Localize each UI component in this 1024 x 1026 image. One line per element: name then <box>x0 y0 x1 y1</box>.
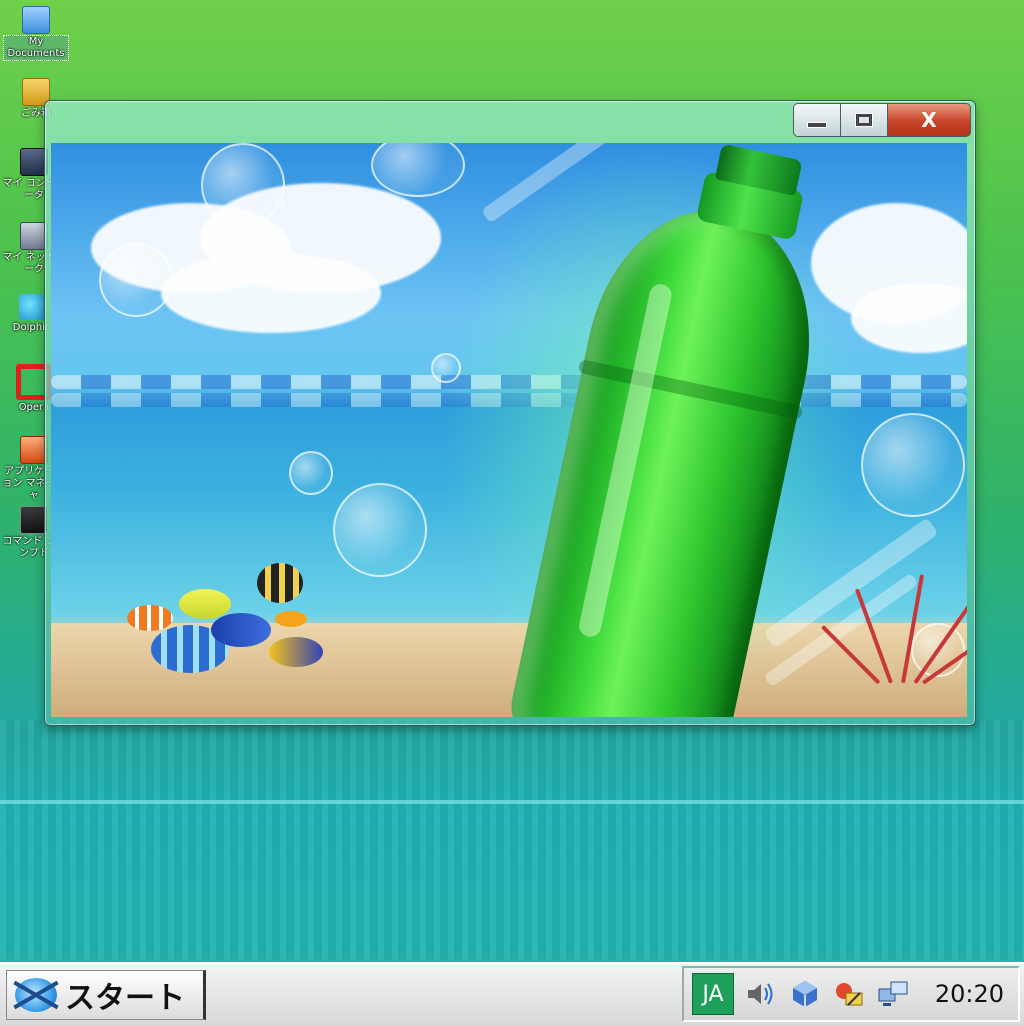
volume-icon[interactable] <box>744 977 778 1011</box>
maximize-icon <box>856 114 872 126</box>
desktop-icon-my-documents[interactable]: My Documents <box>3 6 69 61</box>
yellow-fish <box>179 589 231 619</box>
clownfish <box>127 605 173 631</box>
cloud <box>161 253 381 333</box>
image-window[interactable]: X <box>44 100 976 726</box>
security-icon[interactable] <box>832 977 866 1011</box>
maximize-button[interactable] <box>841 103 888 137</box>
minimize-icon <box>807 122 827 128</box>
connection-icon[interactable] <box>876 977 910 1011</box>
angelfish <box>257 563 303 603</box>
bubble <box>99 243 173 317</box>
close-button[interactable]: X <box>888 103 971 137</box>
network-status-icon[interactable] <box>788 977 822 1011</box>
system-tray: JA 20:20 <box>682 966 1020 1022</box>
small-orange-fish <box>275 611 307 627</box>
taskbar: スタート JA 20:20 <box>0 962 1024 1026</box>
bubble <box>289 451 333 495</box>
start-label: スタート <box>65 981 185 1016</box>
start-logo-icon <box>15 978 57 1012</box>
cloud <box>851 283 967 353</box>
minimize-button[interactable] <box>793 103 841 137</box>
clock[interactable]: 20:20 <box>935 980 1004 1008</box>
ime-indicator[interactable]: JA <box>692 973 734 1015</box>
blue-fish <box>211 613 271 647</box>
bubble <box>861 413 965 517</box>
bubble <box>333 483 427 577</box>
window-image-content <box>51 143 967 717</box>
dolphin-icon <box>19 294 45 320</box>
desktop-icon-label: My Documents <box>3 35 69 61</box>
folder-icon <box>22 6 50 34</box>
start-button[interactable]: スタート <box>6 970 206 1020</box>
close-icon: X <box>921 108 937 132</box>
bubble <box>201 143 285 227</box>
desktop-background-horizon <box>0 800 1024 804</box>
yellow-blue-fish <box>269 637 323 667</box>
desktop-background-streaks <box>0 720 1024 960</box>
window-controls: X <box>793 103 971 137</box>
